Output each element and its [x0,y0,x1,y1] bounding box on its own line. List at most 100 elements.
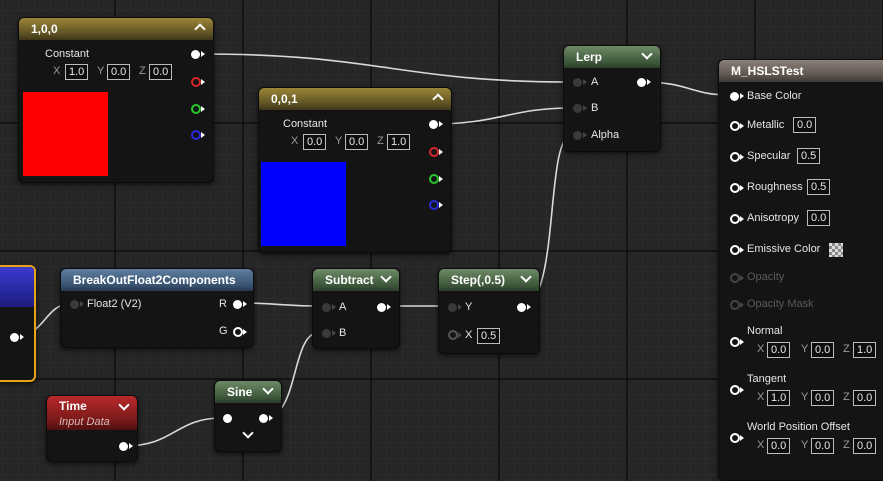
expand-icon[interactable] [117,400,131,416]
output-pin-icon[interactable] [119,442,133,451]
input-pin-icon[interactable] [223,414,232,423]
wpo-z-field[interactable]: 0.0 [853,438,877,454]
normal-pin-icon[interactable] [730,337,744,347]
node-header[interactable] [0,267,34,307]
node-title: Sine [227,385,253,399]
wpo-x-field[interactable]: 0.0 [767,438,791,454]
tangent-z-field[interactable]: 0.0 [853,390,877,406]
input-pin-icon[interactable] [70,300,84,309]
red-output-pin-icon[interactable] [429,147,443,157]
specular-value-field[interactable]: 0.5 [797,148,821,164]
specular-pin-icon[interactable] [730,152,744,162]
node-header[interactable]: Lerp [564,46,660,68]
tangent-pin-icon[interactable] [730,385,744,395]
pin-a-label: A [339,301,347,313]
output-r-pin-icon[interactable] [233,300,247,309]
expand-icon[interactable] [519,269,533,291]
node-breakout-float2[interactable]: BreakOutFloat2Components Float2 (V2) R G [60,268,254,348]
node-header[interactable]: Time Input Data [47,396,137,430]
node-header[interactable]: Subtract [313,269,399,291]
wpo-y-field[interactable]: 0.0 [811,438,835,454]
node-header[interactable]: Step(,0.5) [439,269,539,291]
anisotropy-value-field[interactable]: 0.0 [807,210,831,226]
input-pin-x-icon[interactable] [448,330,462,340]
collapse-icon[interactable] [193,18,207,40]
node-header[interactable]: M_HSLSTest [719,60,883,82]
node-header[interactable]: 1,0,0 [19,18,213,40]
expand-icon[interactable] [261,381,275,403]
green-output-pin-icon[interactable] [191,104,205,114]
expand-icon[interactable] [379,269,393,291]
output-pin-icon[interactable] [377,303,391,312]
roughness-pin-icon[interactable] [730,183,744,193]
input-pin-y-icon[interactable] [448,303,462,312]
output-pin-icon[interactable] [10,333,24,342]
z-value-field[interactable]: 0.0 [149,64,173,80]
normal-z-axis-label: Z [843,343,850,355]
normal-x-field[interactable]: 0.0 [767,342,791,358]
node-title: Time [59,399,87,413]
advanced-expand-icon[interactable] [241,429,255,443]
normal-y-axis-label: Y [801,343,809,355]
green-output-pin-icon[interactable] [429,174,443,184]
input-pin-alpha-icon[interactable] [573,131,587,140]
x-axis-label: X [53,65,61,77]
roughness-value-field[interactable]: 0.5 [807,179,831,195]
input-label: Float2 (V2) [87,298,142,310]
expand-icon[interactable] [640,46,654,68]
normal-z-field[interactable]: 1.0 [853,342,877,358]
metallic-label: Metallic [747,119,785,131]
blue-output-pin-icon[interactable] [191,130,205,140]
z-value-field[interactable]: 1.0 [387,134,411,150]
blue-output-pin-icon[interactable] [429,200,443,210]
z-axis-label: Z [139,65,146,77]
node-constant-red[interactable]: 1,0,0 Constant X 1.0 Y 0.0 Z 0.0 [18,17,214,183]
node-material-result[interactable]: M_HSLSTest Base Color Metallic 0.0 Specu… [718,59,883,481]
node-sine[interactable]: Sine [214,380,282,452]
output-pin-icon[interactable] [429,120,443,129]
node-header[interactable]: Sine [215,381,281,403]
red-output-pin-icon[interactable] [191,77,205,87]
node-partial-selected[interactable] [0,265,36,382]
collapse-icon[interactable] [431,88,445,110]
output-pin-icon[interactable] [637,78,651,87]
tangent-x-axis-label: X [757,391,765,403]
metallic-pin-icon[interactable] [730,121,744,131]
output-pin-icon[interactable] [259,414,273,423]
y-value-field[interactable]: 0.0 [345,134,369,150]
specular-label: Specular [747,150,791,162]
output-pin-icon[interactable] [191,50,205,59]
node-header[interactable]: 0,0,1 [259,88,451,110]
tangent-y-field[interactable]: 0.0 [811,390,835,406]
output-pin-icon[interactable] [517,303,531,312]
base-color-pin-icon[interactable] [730,92,744,101]
node-step[interactable]: Step(,0.5) Y X 0.5 [438,268,540,354]
x-value-field[interactable]: 0.5 [477,328,501,344]
node-time[interactable]: Time Input Data [46,395,138,462]
opacity-mask-pin-icon [730,300,744,310]
node-subtitle: Input Data [59,416,110,428]
node-header[interactable]: BreakOutFloat2Components [61,269,253,291]
wpo-label: World Position Offset [747,421,850,433]
pin-b-label: B [339,327,347,339]
output-g-pin-icon[interactable] [233,327,247,337]
node-constant-blue[interactable]: 0,0,1 Constant X 0.0 Y 0.0 Z 1.0 [258,87,452,253]
input-pin-b-icon[interactable] [573,104,587,113]
anisotropy-pin-icon[interactable] [730,214,744,224]
node-title: 1,0,0 [31,22,58,36]
input-pin-a-icon[interactable] [573,78,587,87]
x-value-field[interactable]: 0.0 [303,134,327,150]
x-value-field[interactable]: 1.0 [65,64,89,80]
emissive-color-swatch[interactable] [829,243,843,257]
tangent-x-field[interactable]: 1.0 [767,390,791,406]
node-subtract[interactable]: Subtract A B [312,268,400,349]
input-pin-b-icon[interactable] [322,329,336,338]
input-pin-a-icon[interactable] [322,303,336,312]
metallic-value-field[interactable]: 0.0 [793,117,817,133]
y-value-field[interactable]: 0.0 [107,64,131,80]
emissive-pin-icon[interactable] [730,245,744,255]
wire-constant100-to-lerp-a [200,53,572,83]
node-lerp[interactable]: Lerp A B Alpha [563,45,661,152]
wpo-pin-icon[interactable] [730,433,744,443]
normal-y-field[interactable]: 0.0 [811,342,835,358]
